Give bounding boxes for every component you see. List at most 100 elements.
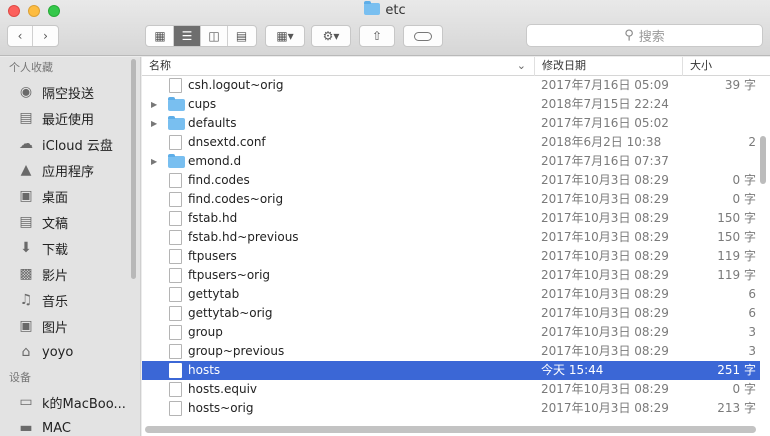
- table-row[interactable]: group~previous 2017年10月3日 08:29 3: [142, 342, 760, 361]
- file-name: emond.d: [188, 154, 242, 168]
- desktop-icon: ▣: [19, 188, 33, 204]
- table-row[interactable]: fstab.hd 2017年10月3日 08:29 150 字: [142, 209, 760, 228]
- sidebar-item[interactable]: ⬇ 下载: [0, 235, 140, 261]
- file-size: 119 字: [717, 249, 756, 263]
- file-date: 2017年10月3日 08:29: [541, 325, 669, 339]
- table-row[interactable]: find.codes~orig 2017年10月3日 08:29 0 字: [142, 190, 760, 209]
- sidebar-item[interactable]: ▤ 文稿: [0, 209, 140, 235]
- file-date: 2017年10月3日 08:29: [541, 173, 669, 187]
- sidebar-item[interactable]: ▣ 图片: [0, 313, 140, 339]
- share-button[interactable]: ⇧: [359, 25, 395, 47]
- sidebar-scrollbar[interactable]: [131, 59, 136, 279]
- sidebar-item-label: 应用程序: [42, 164, 95, 180]
- sidebar-item[interactable]: ▭ k的MacBoo...: [0, 389, 140, 415]
- chevron-left-icon[interactable]: ‹: [8, 26, 33, 46]
- sidebar-item-label: 隔空投送: [42, 86, 95, 102]
- sidebar-item-label: 桌面: [42, 190, 69, 206]
- file-name: hosts~orig: [188, 401, 254, 415]
- file-icon: [169, 382, 182, 397]
- file-name: defaults: [188, 116, 237, 130]
- file-icon: [169, 173, 182, 188]
- file-icon: [169, 249, 182, 264]
- chevron-right-icon[interactable]: ›: [33, 26, 58, 46]
- file-name: cups: [188, 97, 217, 111]
- sidebar-item[interactable]: ◉ 隔空投送: [0, 79, 140, 105]
- column-size-header[interactable]: 大小: [683, 57, 770, 76]
- cloud-icon: ☁: [19, 136, 33, 152]
- sidebar-item[interactable]: ▬ MAC: [0, 415, 140, 436]
- file-name: ftpusers~orig: [188, 268, 271, 282]
- file-size: 6: [748, 287, 756, 301]
- disclosure-triangle-icon[interactable]: ▶: [151, 152, 157, 171]
- sidebar-item[interactable]: ⌂ yoyo: [0, 339, 140, 365]
- table-row[interactable]: ftpusers 2017年10月3日 08:29 119 字: [142, 247, 760, 266]
- file-icon: [169, 287, 182, 302]
- sidebar-item-label: yoyo: [42, 344, 74, 360]
- table-row[interactable]: ▶ cups 2018年7月15日 22:24: [142, 95, 760, 114]
- file-size: 39 字: [724, 78, 756, 92]
- table-row[interactable]: ftpusers~orig 2017年10月3日 08:29 119 字: [142, 266, 760, 285]
- sidebar-item[interactable]: ♫ 音乐: [0, 287, 140, 313]
- search-input[interactable]: ⚲ 搜索: [526, 24, 763, 47]
- sidebar-item[interactable]: ▣ 桌面: [0, 183, 140, 209]
- sidebar-item[interactable]: ▤ 最近使用: [0, 105, 140, 131]
- tag-button[interactable]: [403, 25, 443, 47]
- file-icon: [169, 401, 182, 416]
- column-name-header[interactable]: 名称 ⌄: [142, 57, 535, 76]
- documents-icon: ▤: [19, 214, 33, 230]
- file-date: 2017年7月16日 05:02: [541, 116, 669, 130]
- file-name: fstab.hd~previous: [188, 230, 299, 244]
- file-date: 2017年7月16日 07:37: [541, 154, 669, 168]
- column-view-icon[interactable]: ◫: [201, 26, 228, 46]
- gear-icon: ⚙▾: [322, 29, 340, 43]
- file-rows: csh.logout~orig 2017年7月16日 05:09 39 字 ▶ cups…: [142, 76, 760, 418]
- file-icon: [169, 78, 182, 93]
- file-date: 2017年10月3日 08:29: [541, 268, 669, 282]
- table-row[interactable]: ▶ defaults 2017年7月16日 05:02: [142, 114, 760, 133]
- file-size: 150 字: [717, 230, 756, 244]
- vertical-scrollbar[interactable]: [760, 136, 766, 184]
- column-date-header[interactable]: 修改日期: [535, 57, 683, 76]
- table-row[interactable]: hosts 今天 15:44 251 字: [142, 361, 760, 380]
- table-row[interactable]: fstab.hd~previous 2017年10月3日 08:29 150 字: [142, 228, 760, 247]
- sidebar-item[interactable]: ▲ 应用程序: [0, 157, 140, 183]
- file-name: group: [188, 325, 223, 339]
- sidebar-item-label: iCloud 云盘: [42, 138, 113, 154]
- table-row[interactable]: gettytab~orig 2017年10月3日 08:29 6: [142, 304, 760, 323]
- table-row[interactable]: dnsextd.conf 2018年6月2日 10:38 2: [142, 133, 760, 152]
- group-by-button[interactable]: ▦▾: [265, 25, 305, 47]
- table-row[interactable]: find.codes 2017年10月3日 08:29 0 字: [142, 171, 760, 190]
- sidebar-item[interactable]: ☁ iCloud 云盘: [0, 131, 140, 157]
- list-view-icon[interactable]: ☰: [174, 26, 201, 46]
- file-size: 0 字: [732, 192, 756, 206]
- sidebar: 个人收藏 ◉ 隔空投送 ▤ 最近使用 ☁ iCloud 云盘 ▲ 应用程序 ▣ 桌面 ▤ 文稿 ⬇ 下载 ▩…: [0, 57, 141, 436]
- table-row[interactable]: hosts~orig 2017年10月3日 08:29 213 字: [142, 399, 760, 418]
- disclosure-triangle-icon[interactable]: ▶: [151, 114, 157, 133]
- file-icon: [169, 268, 182, 283]
- file-date: 2017年10月3日 08:29: [541, 344, 669, 358]
- table-row[interactable]: hosts.equiv 2017年10月3日 08:29 0 字: [142, 380, 760, 399]
- cover-flow-icon[interactable]: ▤: [228, 26, 255, 46]
- table-row[interactable]: group 2017年10月3日 08:29 3: [142, 323, 760, 342]
- file-name: gettytab: [188, 287, 240, 301]
- action-button[interactable]: ⚙▾: [311, 25, 351, 47]
- file-date: 2017年7月16日 05:09: [541, 78, 669, 92]
- table-row[interactable]: ▶ emond.d 2017年7月16日 07:37: [142, 152, 760, 171]
- horizontal-scrollbar[interactable]: [145, 426, 756, 433]
- file-icon: [169, 211, 182, 226]
- icon-view-icon[interactable]: ▦: [147, 26, 174, 46]
- table-row[interactable]: csh.logout~orig 2017年7月16日 05:09 39 字: [142, 76, 760, 95]
- file-name: fstab.hd: [188, 211, 238, 225]
- file-name: group~previous: [188, 344, 285, 358]
- laptop-icon: ▭: [19, 394, 33, 410]
- file-icon: [169, 230, 182, 245]
- sidebar-item[interactable]: ▩ 影片: [0, 261, 140, 287]
- table-row[interactable]: gettytab 2017年10月3日 08:29 6: [142, 285, 760, 304]
- sidebar-item-label: 最近使用: [42, 112, 95, 128]
- pictures-icon: ▣: [19, 318, 33, 334]
- disclosure-triangle-icon[interactable]: ▶: [151, 95, 157, 114]
- file-date: 今天 15:44: [541, 363, 604, 377]
- sidebar-item-label: 影片: [42, 268, 69, 284]
- music-icon: ♫: [19, 292, 33, 308]
- folder-icon: [168, 97, 185, 111]
